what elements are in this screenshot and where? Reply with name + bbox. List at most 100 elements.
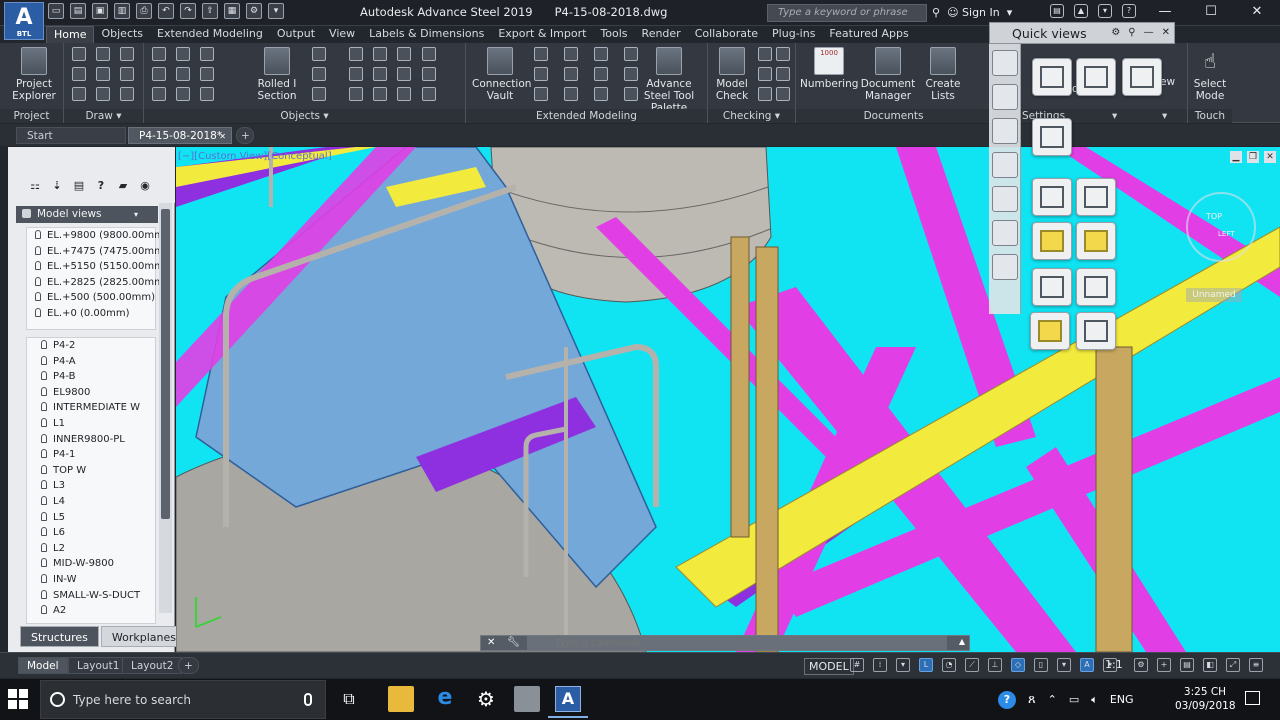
lineweight-icon[interactable]: ▯ bbox=[1034, 658, 1048, 672]
purlin-icon[interactable] bbox=[594, 67, 608, 81]
help-query-icon[interactable]: ? bbox=[94, 179, 108, 193]
panel-title-objects[interactable]: Objects ▾ bbox=[144, 109, 465, 123]
save-icon[interactable]: ▣ bbox=[92, 3, 108, 19]
view-cube[interactable]: TOP LEFT bbox=[1186, 192, 1256, 262]
tab-structures[interactable]: Structures bbox=[20, 626, 99, 647]
list-item[interactable]: SMALL-W-S-DUCT bbox=[27, 588, 155, 604]
tab-start[interactable]: Start bbox=[16, 127, 126, 144]
help-search-input[interactable]: Type a keyword or phrase bbox=[767, 4, 927, 22]
rect-plate-icon[interactable] bbox=[349, 47, 363, 61]
list-item[interactable]: P4-A bbox=[27, 354, 155, 370]
cart-icon[interactable]: ▤ bbox=[1050, 4, 1064, 18]
highlight-icon[interactable] bbox=[776, 87, 790, 101]
mark-icon[interactable] bbox=[776, 67, 790, 81]
list-item[interactable]: L1 bbox=[27, 416, 155, 432]
list-item[interactable]: EL.+5150 (5150.00mm) bbox=[27, 259, 168, 275]
advance-steel-taskbar-icon[interactable]: A bbox=[548, 686, 588, 718]
profile-icon[interactable] bbox=[312, 67, 326, 81]
quick-view-category-5[interactable] bbox=[992, 186, 1018, 212]
help-circle-icon[interactable]: ? bbox=[998, 690, 1016, 709]
tab-home[interactable]: Home bbox=[46, 26, 95, 43]
list-item[interactable]: L2 bbox=[27, 541, 155, 557]
save-as-icon[interactable]: ▥ bbox=[114, 3, 130, 19]
list-item[interactable]: EL9800 bbox=[27, 385, 155, 401]
list-item[interactable]: INTERMEDIATE W bbox=[27, 400, 155, 416]
quick-view-member-icon[interactable] bbox=[1076, 222, 1116, 260]
connection-vault-button[interactable]: Connection Vault bbox=[472, 47, 531, 102]
tab-export-import[interactable]: Export & Import bbox=[491, 26, 593, 43]
plate-icon[interactable] bbox=[312, 47, 326, 61]
tab-extended-modeling[interactable]: Extended Modeling bbox=[150, 26, 270, 43]
search-object-icon[interactable] bbox=[758, 87, 772, 101]
column-base-icon[interactable] bbox=[564, 67, 578, 81]
undo-icon[interactable]: ↶ bbox=[158, 3, 174, 19]
railing-icon[interactable] bbox=[564, 47, 578, 61]
list-item[interactable]: P4-1 bbox=[27, 447, 155, 463]
quick-view-section-icon[interactable] bbox=[1032, 58, 1072, 96]
tree-icon[interactable]: ⚏ bbox=[28, 179, 42, 193]
hatch-icon[interactable] bbox=[72, 87, 86, 101]
taskbar-search-box[interactable]: Type here to search bbox=[40, 680, 326, 719]
pattern-icon[interactable] bbox=[422, 47, 436, 61]
quick-view-category-2[interactable] bbox=[992, 84, 1018, 110]
portal-frame-icon[interactable] bbox=[534, 67, 548, 81]
list-item[interactable]: L4 bbox=[27, 494, 155, 510]
view-label[interactable]: [−][Custom View][Conceptual] bbox=[178, 151, 332, 162]
check-icon[interactable] bbox=[758, 67, 772, 81]
customization-icon[interactable]: ≡ bbox=[1249, 658, 1263, 672]
viewport-restore-icon[interactable]: ❐ bbox=[1247, 151, 1259, 163]
taskbar-clock[interactable]: 3:25 CH 03/09/2018 bbox=[1175, 685, 1236, 713]
cage-ladder-icon[interactable] bbox=[594, 47, 608, 61]
ortho-mode-icon[interactable]: L bbox=[919, 658, 933, 672]
list-item[interactable]: TOP W bbox=[27, 463, 155, 479]
snap-dropdown-icon[interactable]: ▾ bbox=[896, 658, 910, 672]
weld-icon[interactable] bbox=[373, 67, 387, 81]
units-icon[interactable]: ▤ bbox=[1180, 658, 1194, 672]
line-icon[interactable] bbox=[72, 67, 86, 81]
app-menu-button[interactable]: A BTL bbox=[4, 2, 44, 40]
properties-icon[interactable]: ▦ bbox=[224, 3, 240, 19]
column-icon[interactable] bbox=[176, 47, 190, 61]
remote-desktop-icon[interactable] bbox=[514, 686, 540, 712]
create-lists-button[interactable]: Create Lists bbox=[922, 47, 964, 102]
quick-view-frame-icon[interactable] bbox=[1032, 178, 1072, 216]
grid-display-icon[interactable]: # bbox=[850, 658, 864, 672]
stairs-icon[interactable] bbox=[534, 47, 548, 61]
tab-model[interactable]: Model bbox=[18, 657, 68, 674]
portal-icon[interactable] bbox=[200, 67, 214, 81]
ellipse-icon[interactable] bbox=[120, 87, 134, 101]
workspace-icon[interactable]: ⚙ bbox=[246, 3, 262, 19]
quick-view-object-icon[interactable] bbox=[1076, 178, 1116, 216]
input-language[interactable]: ENG bbox=[1110, 693, 1134, 706]
transparency-icon[interactable]: ▾ bbox=[1057, 658, 1071, 672]
bracing-icon[interactable] bbox=[176, 87, 190, 101]
polygon-icon[interactable] bbox=[96, 67, 110, 81]
circle-icon[interactable] bbox=[120, 67, 134, 81]
tool-palette-button[interactable]: Advance Steel Tool Palette bbox=[636, 47, 702, 114]
tab-labels-dimensions[interactable]: Labels & Dimensions bbox=[362, 26, 491, 43]
tab-layout2[interactable]: Layout2 bbox=[122, 657, 183, 674]
quick-view-box-icon[interactable] bbox=[1122, 58, 1162, 96]
audit-icon[interactable] bbox=[776, 47, 790, 61]
list-item[interactable]: EL.+0 (0.00mm) bbox=[27, 306, 155, 322]
eye-icon[interactable]: ◉ bbox=[138, 179, 152, 193]
quick-view-category-3[interactable] bbox=[992, 118, 1018, 144]
plate-at-point-icon[interactable] bbox=[349, 87, 363, 101]
print-icon[interactable]: ⎙ bbox=[136, 3, 152, 19]
settings-icon[interactable]: ⚙ bbox=[1111, 27, 1120, 38]
close-icon[interactable]: ✕ bbox=[1162, 27, 1170, 38]
polar-tracking-icon[interactable]: ◔ bbox=[942, 658, 956, 672]
quick-view-column-icon[interactable] bbox=[1076, 58, 1116, 96]
document-manager-button[interactable]: Document Manager bbox=[860, 47, 916, 102]
tab-view[interactable]: View bbox=[322, 26, 362, 43]
viewport-close-icon[interactable]: ✕ bbox=[1264, 151, 1276, 163]
tab-featured-apps[interactable]: Featured Apps bbox=[822, 26, 915, 43]
settings-gear-icon[interactable]: ⚙ bbox=[473, 686, 499, 712]
model-check-button[interactable]: Model Check bbox=[712, 47, 752, 102]
model-space-toggle[interactable]: MODEL bbox=[804, 658, 854, 675]
dots-icon[interactable] bbox=[422, 67, 436, 81]
anchor-icon[interactable] bbox=[397, 67, 411, 81]
poly-plate-icon[interactable] bbox=[349, 67, 363, 81]
haunch-icon[interactable] bbox=[594, 87, 608, 101]
help-icon[interactable]: ? bbox=[1122, 4, 1136, 18]
